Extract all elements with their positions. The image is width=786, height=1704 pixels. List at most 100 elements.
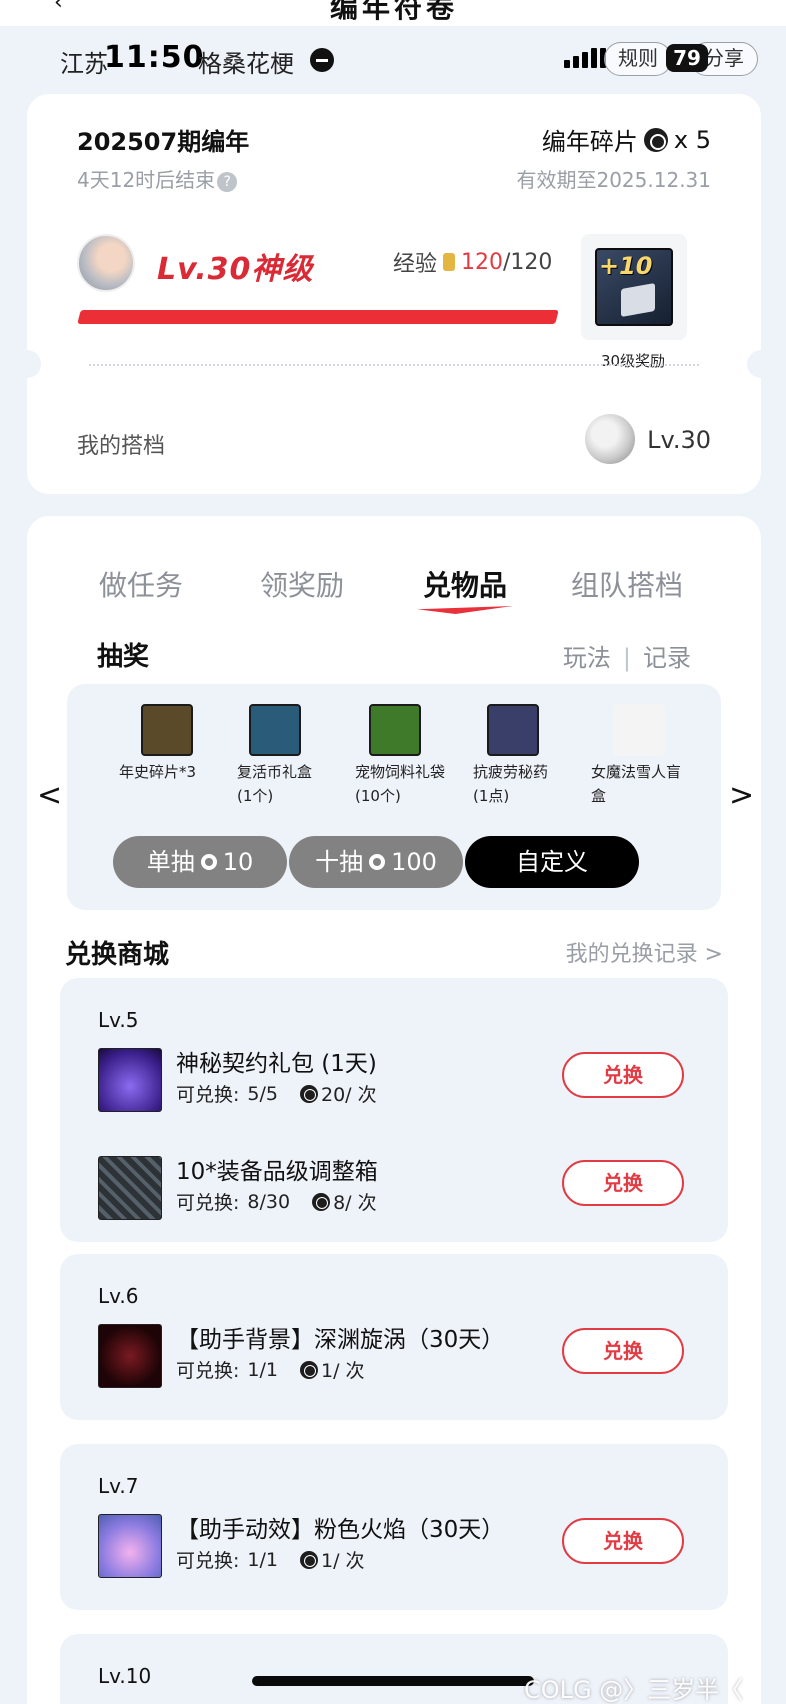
fragment-label: 编年碎片 <box>541 128 638 156</box>
season-title: 202507期编年 <box>77 128 250 156</box>
prize-item: 女魔法雪人盲 盒 <box>591 704 701 808</box>
group-level: Lv.10 <box>98 1664 152 1688</box>
coin-icon <box>312 1192 331 1211</box>
season-countdown: 4天12时后结束? <box>77 164 238 193</box>
coin-icon <box>299 1550 318 1569</box>
status-time: 11:50 <box>104 40 205 75</box>
revive-coin-icon <box>249 704 301 756</box>
link-separator: | <box>622 644 631 672</box>
exp-label: 经验 <box>393 252 438 277</box>
level-reward-box[interactable]: +10 <box>581 234 687 340</box>
lottery-rules-link[interactable]: 玩法 <box>563 644 611 672</box>
prize-item: 复活币礼盒 (1个) <box>237 704 347 808</box>
ten-draw-cost: 100 <box>391 848 437 876</box>
tab-rewards[interactable]: 领奖励 <box>260 564 344 604</box>
prize-name: 宠物饲料礼袋 <box>355 763 446 781</box>
season-card: 202507期编年 4天12时后结束? 编年碎片 x 5 有效期至2025.12… <box>13 94 775 494</box>
exchange-button[interactable]: 兑换 <box>562 1052 684 1098</box>
avail-value: 1/1 <box>247 1548 278 1571</box>
exp-progress-bar <box>77 310 559 324</box>
prize-name: 抗疲劳秘药 <box>473 763 549 781</box>
exp-current: 120 <box>461 249 504 275</box>
page-title: 编年符卷 <box>330 0 459 24</box>
avail-label: 可兑换: <box>176 1360 240 1382</box>
cost-value: 8/ 次 <box>333 1192 377 1214</box>
reward-caption: 30级奖励 <box>600 352 666 370</box>
active-tab-indicator <box>417 606 513 614</box>
group-level: Lv.7 <box>98 1474 139 1498</box>
avail-value: 1/1 <box>247 1358 278 1381</box>
minus-circle-icon <box>310 48 334 72</box>
snowman-figure-icon <box>613 704 665 756</box>
prize-name: 女魔法雪人盲 <box>591 763 682 781</box>
coin-icon <box>369 854 386 870</box>
prize-quantity: (1个) <box>237 787 274 805</box>
item-name: 神秘契约礼包 (1天) <box>176 1051 377 1077</box>
reward-cube-icon <box>621 283 655 317</box>
avail-label: 可兑换: <box>176 1084 240 1106</box>
coin-icon <box>299 1360 318 1379</box>
single-draw-cost: 10 <box>222 848 254 876</box>
watermark: COLG @〉三岁半〈 <box>524 1676 744 1704</box>
chevron-right-icon[interactable]: > <box>729 778 754 813</box>
divider <box>89 364 699 366</box>
avail-value: 8/30 <box>247 1190 291 1213</box>
back-arrow-icon[interactable]: ‹ <box>54 0 63 15</box>
level-title: Lv.30神级 <box>157 252 314 287</box>
cost-value: 20/ 次 <box>320 1084 377 1106</box>
home-indicator[interactable] <box>252 1676 534 1686</box>
exp-icon <box>443 253 456 271</box>
avail-label: 可兑换: <box>176 1550 240 1572</box>
tab-exchange[interactable]: 兑物品 <box>423 564 507 604</box>
tab-tasks[interactable]: 做任务 <box>99 564 183 604</box>
chevron-left-icon[interactable]: < <box>37 778 62 813</box>
exchange-button[interactable]: 兑换 <box>562 1328 684 1374</box>
item-name: 【助手背景】深渊旋涡（30天） <box>176 1327 505 1353</box>
single-draw-label: 单抽 <box>146 848 195 876</box>
cost-value: 1/ 次 <box>320 1360 365 1382</box>
lottery-panel: 年史碎片*3 复活币礼盒 (1个) 宠物饲料礼袋 (10个) 抗疲劳秘药 (1点… <box>67 684 721 910</box>
battery-indicator: 79 <box>666 44 708 72</box>
exchange-record-link[interactable]: 我的兑换记录 > <box>566 936 723 968</box>
exchange-button[interactable]: 兑换 <box>562 1160 684 1206</box>
equipment-box-icon <box>98 1156 162 1220</box>
prize-item: 抗疲劳秘药 (1点) <box>473 704 583 808</box>
cost-value: 1/ 次 <box>320 1550 365 1572</box>
ticket-notch-left <box>13 350 41 378</box>
custom-draw-label: 自定义 <box>516 848 588 876</box>
tab-team[interactable]: 组队搭档 <box>571 564 683 604</box>
exp-readout: 经验 120/120 <box>393 246 552 278</box>
exp-total: /120 <box>503 249 553 275</box>
single-draw-button[interactable]: 单抽 10 <box>113 836 287 888</box>
custom-draw-button[interactable]: 自定义 <box>465 836 639 888</box>
exchange-button[interactable]: 兑换 <box>562 1518 684 1564</box>
prize-name: 年史碎片*3 <box>119 763 197 781</box>
item-meta: 可兑换: 1/1 1/ 次 <box>176 1546 365 1573</box>
ten-draw-button[interactable]: 十抽 100 <box>289 836 463 888</box>
help-icon[interactable]: ? <box>217 171 238 192</box>
carrier-text: 格桑花梗 <box>198 50 294 78</box>
reward-item-image: +10 <box>595 248 673 326</box>
fragment-count: 编年碎片 x 5 <box>542 122 711 157</box>
prize-name: 复活币礼盒 <box>237 763 313 781</box>
reward-tag: +10 <box>599 252 653 280</box>
user-avatar[interactable] <box>77 234 135 292</box>
location-text: 江苏 <box>60 50 108 78</box>
prize-name-cont: 盒 <box>591 787 607 805</box>
nav-bar: ‹ 编年符卷 <box>0 0 786 26</box>
prize-quantity: (10个) <box>355 787 401 805</box>
fragment-box-icon <box>141 704 193 756</box>
partner-avatar[interactable] <box>585 414 635 464</box>
contract-bag-icon <box>98 1048 162 1112</box>
signal-icon <box>564 48 606 68</box>
fragment-coin-icon <box>643 127 668 152</box>
validity-date: 有效期至2025.12.31 <box>516 168 711 192</box>
rules-button[interactable]: 规则 <box>604 42 672 76</box>
item-cost: 1/ 次 <box>299 1546 365 1573</box>
prize-item: 宠物饲料礼袋 (10个) <box>355 704 465 808</box>
avail-value: 5/5 <box>247 1082 278 1105</box>
lottery-record-link[interactable]: 记录 <box>643 644 691 672</box>
item-name: 【助手动效】粉色火焰（30天） <box>176 1517 505 1543</box>
item-name: 10*装备品级调整箱 <box>176 1159 378 1185</box>
item-meta: 可兑换: 1/1 1/ 次 <box>176 1356 365 1383</box>
